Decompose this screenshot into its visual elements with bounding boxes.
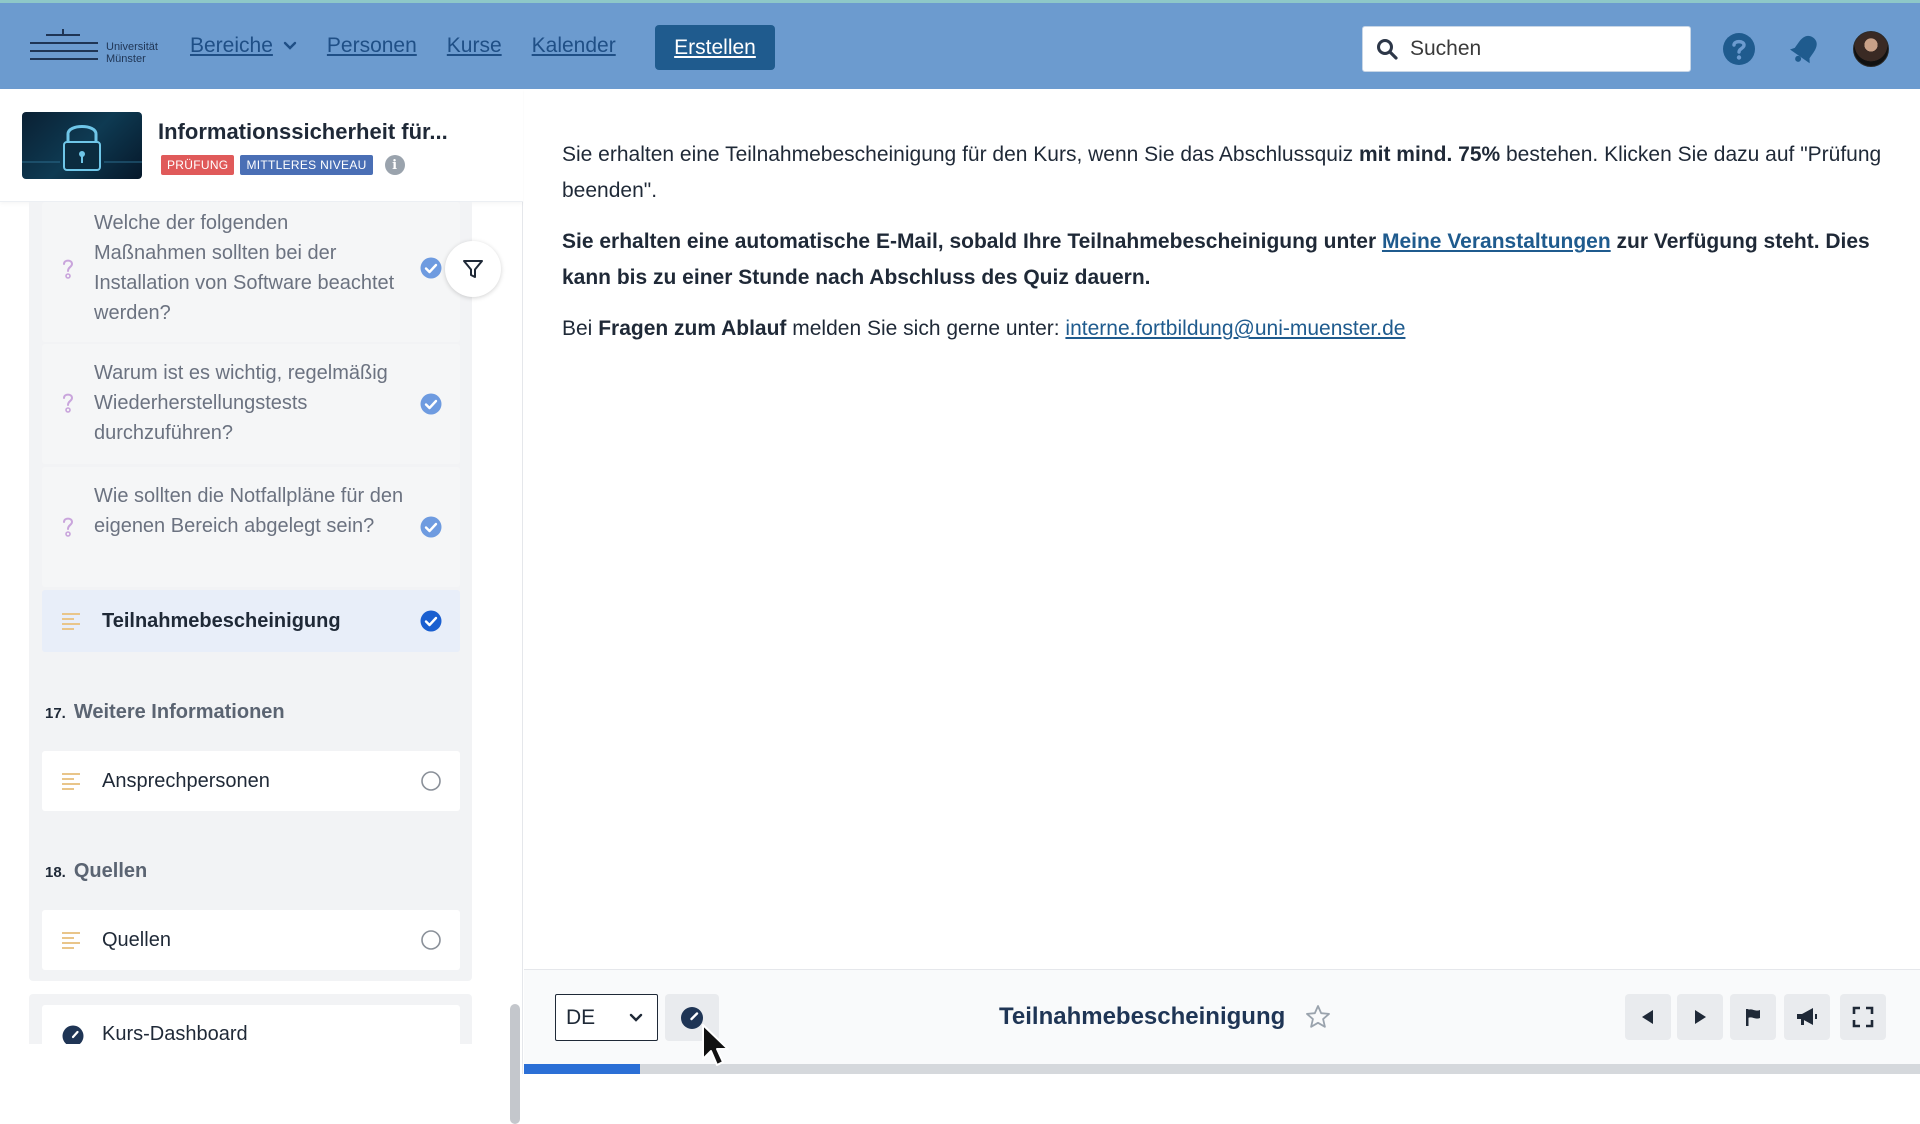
search-input[interactable] [1410,37,1670,61]
nav-bereiche[interactable]: Bereiche [190,34,297,58]
check-circle-icon [420,610,442,632]
text-lines-icon [62,613,80,630]
check-circle-icon [420,257,442,279]
check-circle-icon [420,393,442,415]
section-title-text: Quellen [73,860,148,882]
course-thumbnail[interactable] [22,112,142,179]
p3-bold: Fragen zum Ablauf [598,317,787,340]
p3-text-mid: melden Sie sich gerne unter: [786,317,1066,340]
chevron-down-icon [629,1013,643,1022]
list-item-question-1[interactable]: Welche der folgenden Maßnahmen sollten b… [42,202,460,342]
course-badges: PRÜFUNG MITTLERES NIVEAU i [161,155,405,175]
create-button[interactable]: Erstellen [655,25,775,70]
empty-circle-icon [421,930,441,950]
search-box[interactable] [1362,26,1691,72]
list-item-label: Wie sollten die Notfallpläne für den eig… [94,485,404,537]
course-sidebar: Informationssicherheit für... PRÜFUNG MI… [0,89,523,1124]
main-nav: Bereiche Personen Kurse Kalender [190,3,646,89]
logo-line-1: Universität [106,41,158,53]
list-item-label: Quellen [102,929,171,951]
lesson-progress-fill [524,1064,640,1074]
exam-badge: PRÜFUNG [161,155,235,175]
announcement-button[interactable] [1784,994,1830,1040]
logo-line-2: Münster [106,53,146,65]
p1-text: Sie erhalten eine Teilnahmebescheinigung… [562,143,1359,166]
list-item-label: Teilnahmebescheinigung [102,610,341,632]
list-item-ansprechpersonen[interactable]: Ansprechpersonen [42,751,460,811]
p2-text: Sie erhalten eine automatische E-Mail, s… [562,230,1382,253]
list-item-label: Ansprechpersonen [102,770,270,792]
avatar[interactable] [1853,31,1889,67]
nav-kalender[interactable]: Kalender [532,34,616,58]
course-dashboard-link[interactable]: Kurs-Dashboard [42,1005,460,1044]
language-value: DE [566,1005,596,1029]
meine-veranstaltungen-link[interactable]: Meine Veranstaltungen [1382,230,1611,253]
section-title-text: Weitere Informationen [73,701,285,723]
flag-icon [1746,1009,1760,1026]
help-icon[interactable] [1721,31,1757,67]
empty-circle-icon [421,771,441,791]
section-number: 18. [45,864,66,881]
section-18-title[interactable]: 18. Quellen [45,860,147,883]
top-navigation-bar: Universität Münster Bereiche Personen Ku… [0,0,1920,89]
filter-icon [463,260,483,278]
question-icon [63,517,74,537]
flag-button[interactable] [1730,994,1776,1040]
dashboard-icon [62,1025,84,1044]
list-item-label: Welche der folgenden Maßnahmen sollten b… [94,212,395,324]
previous-button[interactable] [1625,994,1671,1040]
megaphone-icon [1797,1008,1817,1025]
course-header: Informationssicherheit für... PRÜFUNG MI… [0,89,523,202]
dashboard-label: Kurs-Dashboard [102,1023,248,1044]
course-title[interactable]: Informationssicherheit für... [158,119,448,145]
list-item-label: Warum ist es wichtig, regelmäßig Wiederh… [94,362,388,444]
course-outline: Welche der folgenden Maßnahmen sollten b… [0,202,523,1044]
sidebar-scrollbar[interactable] [510,1004,520,1124]
mouse-cursor-icon [702,1024,729,1066]
question-icon [63,393,74,413]
level-badge: MITTLERES NIVEAU [240,155,373,175]
p1-bold: mit mind. 75% [1358,143,1501,166]
paragraph-1: Sie erhalten eine Teilnahmebescheinigung… [562,137,1892,209]
nav-personen[interactable]: Personen [327,34,417,58]
bell-icon[interactable] [1787,31,1823,67]
list-item-quellen[interactable]: Quellen [42,910,460,970]
contact-email-link[interactable]: interne.fortbildung@uni-muenster.de [1065,317,1405,340]
fullscreen-button[interactable] [1840,994,1886,1040]
filter-button[interactable] [445,241,501,297]
logo-emblem-icon [30,29,98,60]
info-icon[interactable]: i [384,155,405,175]
list-item-question-2[interactable]: Warum ist es wichtig, regelmäßig Wiederh… [42,344,460,464]
list-item-question-3[interactable]: Wie sollten die Notfallpläne für den eig… [42,467,460,587]
lesson-content: Sie erhalten eine Teilnahmebescheinigung… [562,137,1892,362]
section-number: 17. [45,705,66,722]
p3-text: Bei [562,317,599,340]
fullscreen-icon [1852,1006,1874,1028]
paragraph-2: Sie erhalten eine automatische E-Mail, s… [562,224,1892,296]
content-area: Sie erhalten eine Teilnahmebescheinigung… [524,89,1920,969]
previous-icon [1642,1010,1653,1024]
padlock-icon [22,125,142,171]
nav-kurse[interactable]: Kurse [447,34,502,58]
chevron-down-icon [283,41,297,50]
check-circle-icon [420,516,442,538]
next-icon [1695,1010,1706,1024]
language-select[interactable]: DE [555,994,658,1041]
next-button[interactable] [1677,994,1723,1040]
star-icon[interactable] [1304,1003,1332,1031]
current-lesson-title: Teilnahmebescheinigung [999,1003,1286,1030]
nav-bereiche-label: Bereiche [190,34,273,57]
section-17-title[interactable]: 17. Weitere Informationen [45,701,285,724]
text-lines-icon [62,773,80,790]
paragraph-3: Bei Fragen zum Ablauf melden Sie sich ge… [562,311,1892,347]
university-logo[interactable]: Universität Münster [28,29,163,73]
text-lines-icon [62,932,80,949]
list-item-teilnahmebescheinigung[interactable]: Teilnahmebescheinigung [42,590,460,652]
search-icon [1377,39,1398,60]
question-icon [63,259,74,279]
